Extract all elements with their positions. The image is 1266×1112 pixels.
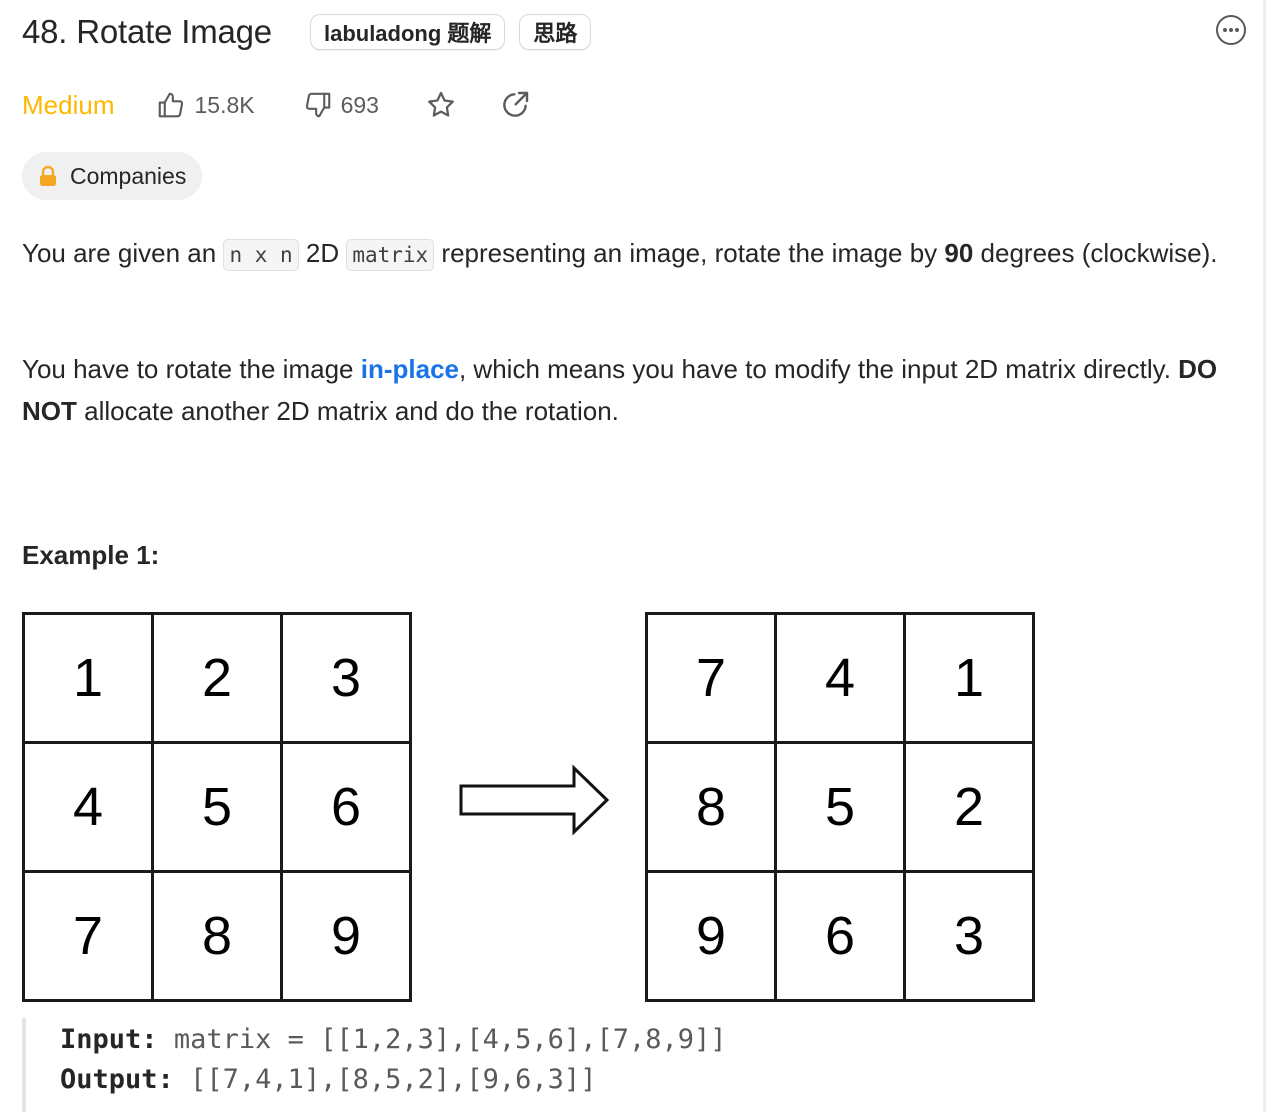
matrix-cell: 8 xyxy=(645,741,777,873)
input-label: Input: xyxy=(60,1024,158,1055)
desc-text: 2D xyxy=(298,238,347,268)
share-button[interactable] xyxy=(499,89,531,121)
matrix-cell: 6 xyxy=(774,870,906,1002)
desc-text: degrees (clockwise). xyxy=(973,238,1218,268)
like-count: 15.8K xyxy=(194,91,255,118)
matrix-cell: 8 xyxy=(151,870,283,1002)
problem-header: 48. Rotate Image labuladong 题解 思路 xyxy=(22,8,592,56)
output-line: Output: [[7,4,1],[8,5,2],[9,6,3]] xyxy=(60,1064,596,1095)
output-value: [[7,4,1],[8,5,2],[9,6,3]] xyxy=(190,1064,597,1095)
tag-labuladong-solution[interactable]: labuladong 题解 xyxy=(309,14,506,50)
matrix-cell: 1 xyxy=(903,612,1035,744)
desc-text: You are given an xyxy=(22,238,224,268)
star-icon xyxy=(428,91,454,117)
right-arrow-icon xyxy=(459,764,610,836)
matrix-cell: 4 xyxy=(22,741,154,873)
favorite-button[interactable] xyxy=(425,89,457,121)
output-matrix-diagram: 7 4 1 8 5 2 9 6 3 xyxy=(645,612,1035,1002)
dislike-count: 693 xyxy=(340,91,379,118)
more-options-button[interactable] xyxy=(1215,14,1247,46)
description-paragraph-2: You have to rotate the image in-place, w… xyxy=(22,348,1232,432)
lock-icon xyxy=(40,165,56,186)
example-code-block: Input: matrix = [[1,2,3],[4,5,6],[7,8,9]… xyxy=(22,1018,1236,1112)
matrix-cell: 4 xyxy=(774,612,906,744)
description-paragraph-1: You are given an n x n 2D matrix represe… xyxy=(22,232,1232,276)
inline-code-n-x-n: n x n xyxy=(223,239,299,271)
in-place-link[interactable]: in-place xyxy=(361,354,459,384)
input-line: Input: matrix = [[1,2,3],[4,5,6],[7,8,9]… xyxy=(60,1024,727,1055)
desc-text: You have to rotate the image xyxy=(22,354,361,384)
inline-code-matrix: matrix xyxy=(346,239,435,271)
matrix-cell: 2 xyxy=(903,741,1035,873)
problem-meta-bar: Medium 15.8K 693 xyxy=(22,84,531,126)
input-matrix-diagram: 1 2 3 4 5 6 7 8 9 xyxy=(22,612,412,1002)
tag-approach[interactable]: 思路 xyxy=(519,14,592,50)
dislike-button[interactable]: 693 xyxy=(303,90,379,120)
desc-text: representing an image, rotate the image … xyxy=(434,238,945,268)
matrix-cell: 3 xyxy=(280,612,412,744)
matrix-cell: 9 xyxy=(280,870,412,1002)
like-button[interactable]: 15.8K xyxy=(156,90,255,120)
matrix-cell: 7 xyxy=(645,612,777,744)
input-value: matrix = [[1,2,3],[4,5,6],[7,8,9]] xyxy=(173,1024,727,1055)
share-icon xyxy=(503,91,529,117)
matrix-cell: 1 xyxy=(22,612,154,744)
matrix-cell: 5 xyxy=(151,741,283,873)
output-label: Output: xyxy=(60,1064,174,1095)
matrix-cell: 3 xyxy=(903,870,1035,1002)
problem-title: 48. Rotate Image xyxy=(22,13,272,50)
matrix-cell: 2 xyxy=(151,612,283,744)
matrix-cell: 7 xyxy=(22,870,154,1002)
companies-label: Companies xyxy=(70,162,187,189)
desc-text: allocate another 2D matrix and do the ro… xyxy=(76,396,619,426)
desc-text: , which means you have to modify the inp… xyxy=(458,354,1179,384)
thumbs-down-icon xyxy=(305,92,330,118)
bold-90: 90 xyxy=(944,238,974,268)
thumbs-up-icon xyxy=(159,92,184,118)
example-1-title: Example 1: xyxy=(22,540,160,570)
difficulty-label: Medium xyxy=(22,89,115,120)
matrix-cell: 9 xyxy=(645,870,777,1002)
matrix-cell: 5 xyxy=(774,741,906,873)
more-horizontal-icon xyxy=(1216,15,1246,45)
companies-button[interactable]: Companies xyxy=(22,152,203,200)
matrix-cell: 6 xyxy=(280,741,412,873)
